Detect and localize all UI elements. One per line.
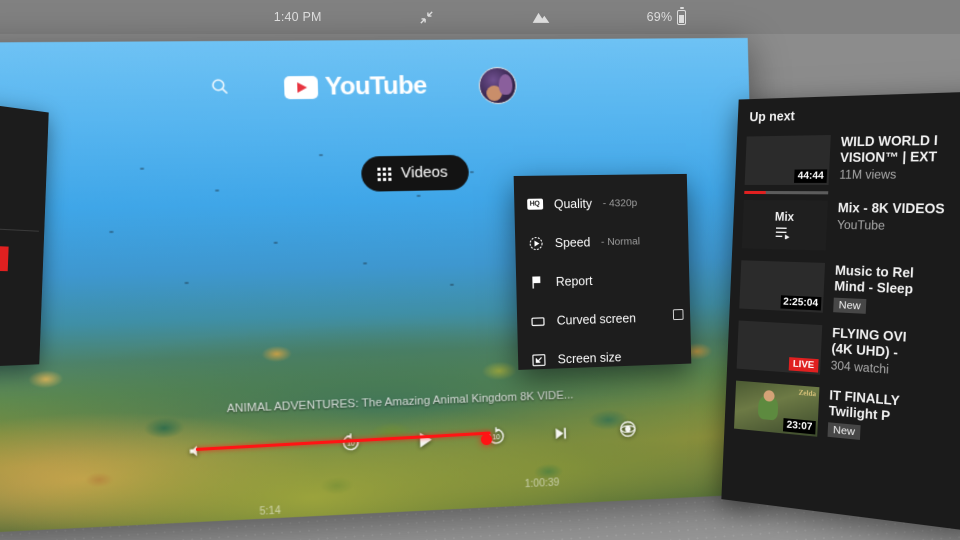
video-views: 11M views [839, 169, 936, 182]
video-meta: Music to Rel Mind - Sleep New [833, 263, 914, 317]
plus-icon[interactable] [0, 171, 46, 220]
video-thumbnail[interactable]: 2:25:04 [739, 260, 825, 312]
menu-item-curved-screen[interactable]: Curved screen [517, 297, 691, 341]
menu-item-report-label: Report [556, 274, 593, 289]
battery-status: 69% [647, 10, 687, 25]
expand-icon [530, 351, 547, 369]
video-meta: WILD WORLD I VISION™ | EXT 11M views [839, 133, 938, 185]
youtube-wordmark: YouTube [325, 72, 427, 102]
youtube-play-icon [283, 76, 317, 99]
zelda-logo: Zelda [798, 389, 816, 399]
flag-icon [528, 273, 545, 290]
up-next-panel[interactable]: Up next A 44:44 WILD WORLD I VISION™ | E… [721, 91, 960, 533]
mountain-icon[interactable] [531, 10, 551, 24]
menu-item-quality[interactable]: HQ Quality - 4320p [514, 183, 688, 224]
video-title: WILD WORLD I [840, 133, 938, 150]
videos-button-label: Videos [401, 164, 448, 181]
menu-item-quality-label: Quality [554, 196, 592, 210]
list-item[interactable]: 44:44 WILD WORLD I VISION™ | EXT 11M vie… [735, 125, 960, 192]
subscribe-button[interactable]: BE [0, 245, 9, 272]
menu-item-speed-value: - Normal [601, 235, 640, 248]
video-duration: 23:07 [783, 418, 815, 434]
rectangle-icon [529, 312, 546, 329]
mix-thumbnail[interactable]: Mix [742, 200, 828, 250]
menu-item-quality-value: - 4320p [603, 197, 638, 209]
menu-item-curved-screen-label: Curved screen [557, 311, 637, 327]
menu-item-speed-label: Speed [555, 235, 591, 250]
vr-360-icon[interactable] [617, 418, 639, 445]
video-duration: 44:44 [794, 169, 827, 183]
vr-scene: 1:40 PM 69% [0, 0, 960, 540]
up-next-label: Up next [749, 108, 795, 123]
avatar[interactable] [479, 67, 518, 104]
menu-item-screen-size[interactable]: Screen size [518, 335, 692, 380]
hq-icon: HQ [526, 196, 543, 213]
speed-icon [527, 234, 544, 251]
battery-percent: 69% [647, 10, 673, 24]
video-title-line2: VISION™ | EXT [840, 149, 938, 166]
videos-button[interactable]: Videos [361, 155, 469, 192]
time-total: 1:00:39 [525, 477, 560, 490]
video-thumbnail[interactable]: 44:44 [745, 135, 831, 185]
video-watching: 304 watchi [830, 360, 905, 378]
menu-item-report[interactable]: Report [516, 259, 690, 302]
video-meta: Mix - 8K VIDEOS YouTube [836, 201, 945, 254]
live-badge: LIVE [789, 357, 819, 372]
menu-item-speed[interactable]: Speed - Normal [515, 221, 689, 263]
video-duration: 2:25:04 [780, 295, 821, 310]
new-badge: New [828, 422, 861, 440]
grid-icon [377, 167, 391, 181]
up-next-header: Up next A [737, 91, 960, 131]
replay-10-icon[interactable]: 10 [340, 432, 362, 459]
next-icon[interactable] [552, 425, 569, 447]
search-icon[interactable] [209, 76, 230, 100]
laser-pointer-dot [481, 434, 492, 445]
video-title-line2: (4K UHD) - [831, 341, 906, 362]
video-title: Mix - 8K VIDEOS [837, 201, 945, 218]
status-time: 1:40 PM [274, 10, 322, 24]
volume-icon[interactable] [187, 443, 204, 465]
video-thumbnail[interactable]: LIVE [737, 321, 823, 375]
list-item[interactable]: Mix Mix - 8K VIDEOS YouTube [732, 194, 960, 262]
video-meta: IT FINALLY Twilight P New [827, 388, 900, 445]
svg-text:10: 10 [492, 435, 500, 442]
menu-item-screen-size-label: Screen size [558, 350, 622, 366]
settings-context-menu[interactable]: HQ Quality - 4320p Speed - Normal [514, 174, 692, 370]
time-elapsed: 5:14 [259, 505, 281, 518]
youtube-logo[interactable]: YouTube [283, 72, 427, 103]
video-meta: FLYING OVI (4K UHD) - 304 watchi [830, 326, 907, 381]
video-title-line2: Mind - Sleep [834, 279, 913, 298]
video-channel: YouTube [837, 219, 944, 234]
collapse-arrows-icon[interactable] [418, 9, 435, 26]
mix-label: Mix [775, 211, 795, 224]
battery-icon [677, 10, 686, 25]
play-icon[interactable] [415, 430, 436, 456]
new-badge: New [833, 298, 866, 314]
left-panel-divider [0, 228, 39, 232]
video-thumbnail[interactable]: Zelda 23:07 [734, 381, 819, 437]
curved-screen-checkbox[interactable] [673, 309, 684, 320]
status-bar: 1:40 PM 69% [0, 0, 960, 34]
